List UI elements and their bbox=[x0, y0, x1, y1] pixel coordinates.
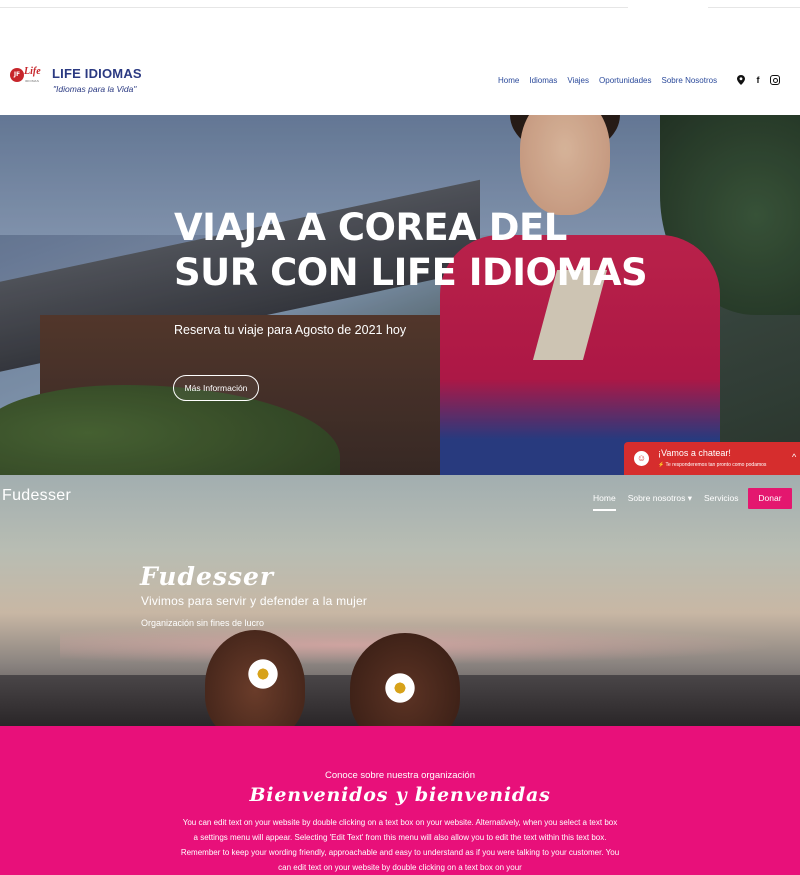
brand-slogan: "Idiomas para la Vida" bbox=[53, 84, 137, 94]
brand-title[interactable]: LIFE IDIOMAS bbox=[52, 66, 142, 81]
fudesser-subtitle: Vivimos para servir y defender a la muje… bbox=[141, 594, 368, 608]
nav-viajes[interactable]: Viajes bbox=[567, 76, 589, 85]
about-body: You can edit text on your website by dou… bbox=[180, 818, 620, 872]
nav-sobre-nosotros[interactable]: Sobre Nosotros bbox=[662, 76, 718, 85]
logo-word: Life bbox=[24, 66, 41, 77]
fudesser-tagline: Organización sin fines de lucro bbox=[141, 618, 265, 628]
logo[interactable]: JF Life IDIOMAS bbox=[10, 66, 42, 88]
logo-badge: JF bbox=[10, 68, 24, 82]
hero-title: VIAJA A COREA DEL SUR CON LIFE IDIOMAS bbox=[174, 206, 648, 294]
top-strip bbox=[0, 0, 800, 10]
chevron-up-icon[interactable]: ^ bbox=[792, 452, 796, 462]
facebook-icon[interactable]: f bbox=[753, 75, 763, 85]
hero-korea bbox=[0, 115, 800, 475]
chat-subtitle: ⚡ Te responderemos tan pronto como podam… bbox=[658, 462, 767, 468]
daisy-right bbox=[383, 671, 417, 705]
hero-subtitle: Reserva tu viaje para Agosto de 2021 hoy bbox=[174, 323, 407, 337]
fudesser-nav-home[interactable]: Home bbox=[593, 493, 616, 511]
about-section: Conoce sobre nuestra organización Bienve… bbox=[0, 726, 800, 875]
logo-sub: IDIOMAS bbox=[25, 79, 40, 83]
hero-fudesser bbox=[0, 475, 800, 726]
site-header bbox=[0, 8, 800, 115]
social-links: f bbox=[736, 75, 780, 85]
fudesser-title: Fudesser bbox=[140, 562, 275, 591]
daisy-left bbox=[246, 657, 280, 691]
about-kicker: Conoce sobre nuestra organización bbox=[325, 770, 475, 781]
donate-button[interactable]: Donar bbox=[748, 488, 792, 509]
nav-idiomas[interactable]: Idiomas bbox=[529, 76, 557, 85]
about-title: Bienvenidos y bienvenidas bbox=[249, 784, 551, 806]
more-info-button[interactable]: Más Información bbox=[173, 375, 259, 401]
fudesser-nav: Home Sobre nosotros ▾ Servicios bbox=[593, 493, 738, 511]
main-nav: Home Idiomas Viajes Oportunidades Sobre … bbox=[498, 76, 717, 85]
chat-title: ¡Vamos a chatear! bbox=[658, 448, 731, 458]
nav-home[interactable]: Home bbox=[498, 76, 519, 85]
fudesser-nav-servicios[interactable]: Servicios bbox=[704, 493, 738, 511]
fudesser-brand[interactable]: Fudesser bbox=[2, 487, 71, 505]
location-pin-icon[interactable] bbox=[736, 75, 746, 85]
fudesser-nav-sobre-nosotros[interactable]: Sobre nosotros ▾ bbox=[628, 493, 692, 511]
instagram-icon[interactable] bbox=[770, 75, 780, 85]
chat-avatar-icon: ☺ bbox=[634, 451, 649, 466]
nav-oportunidades[interactable]: Oportunidades bbox=[599, 76, 651, 85]
chat-widget[interactable]: ☺ ¡Vamos a chatear! ⚡ Te responderemos t… bbox=[624, 442, 800, 475]
